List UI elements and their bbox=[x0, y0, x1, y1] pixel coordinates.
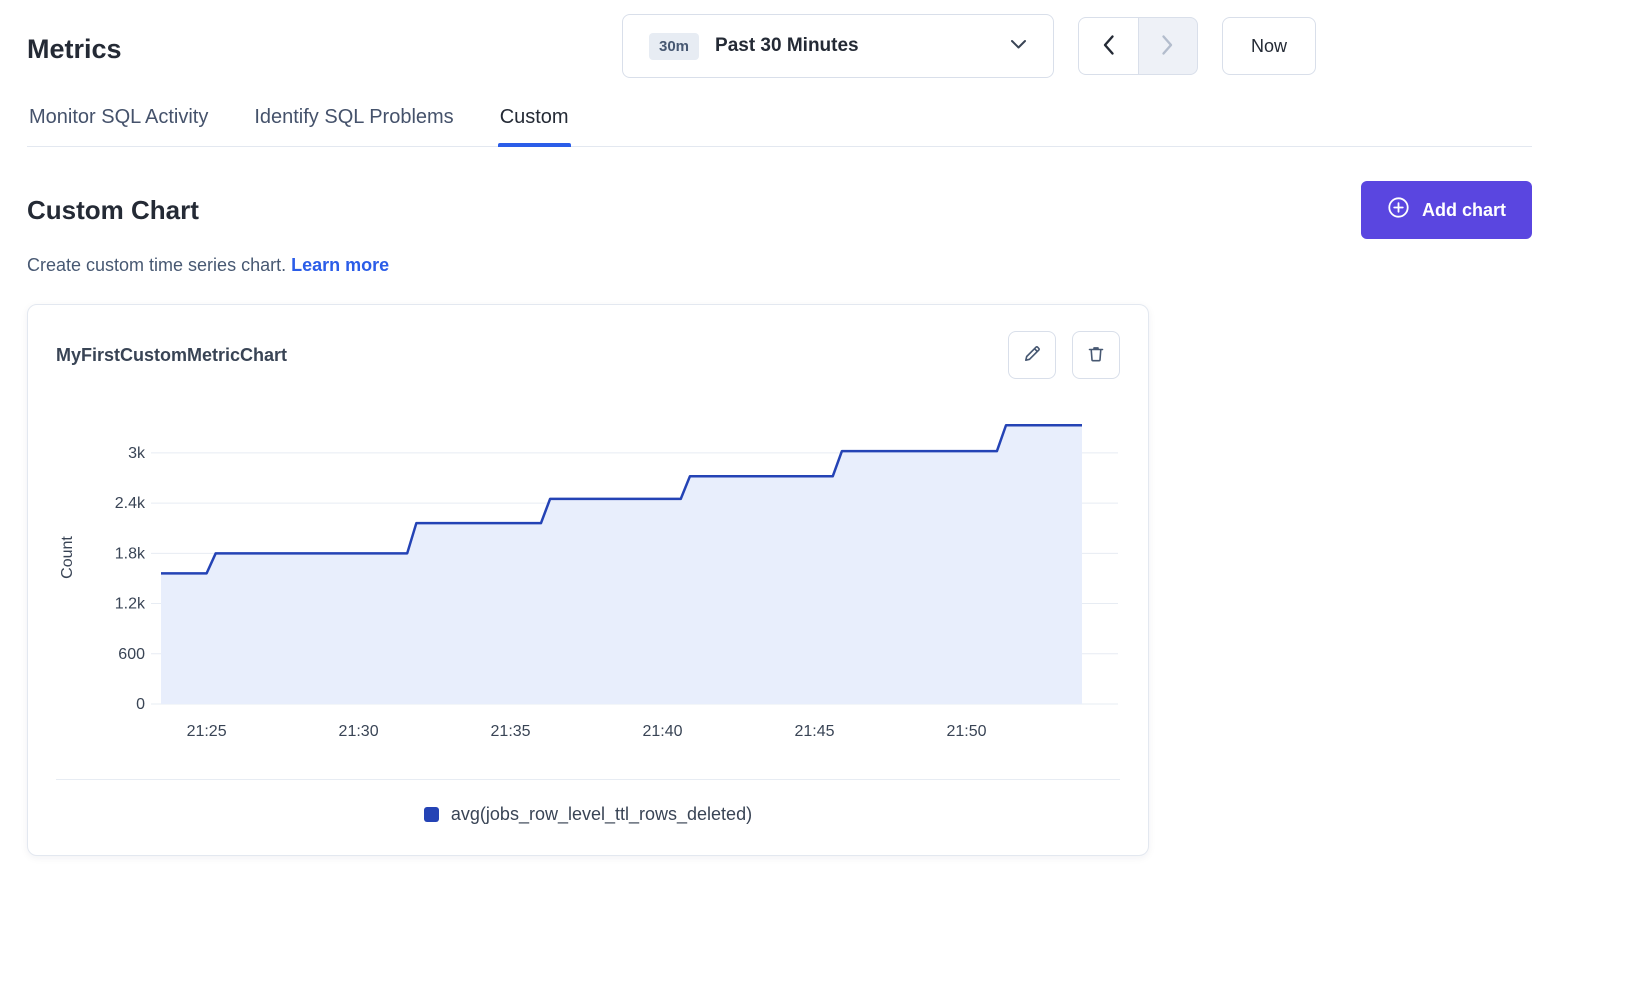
time-range-select[interactable]: 30m Past 30 Minutes bbox=[622, 14, 1054, 78]
svg-text:0: 0 bbox=[136, 696, 145, 713]
svg-text:2.4k: 2.4k bbox=[115, 495, 146, 512]
svg-text:3k: 3k bbox=[128, 445, 146, 462]
svg-text:600: 600 bbox=[118, 646, 145, 663]
time-controls: 30m Past 30 Minutes Now bbox=[622, 14, 1316, 78]
subtitle-text: Create custom time series chart. bbox=[27, 255, 286, 275]
learn-more-link[interactable]: Learn more bbox=[291, 255, 389, 275]
metric-chart: 0 600 1.2k 1.8k 2.4k 3k 21:25 21:30 21:35 21:40 21… bbox=[56, 401, 1122, 753]
now-button[interactable]: Now bbox=[1222, 17, 1316, 75]
add-chart-button[interactable]: Add chart bbox=[1361, 181, 1532, 239]
custom-chart-section-header: Custom Chart Add chart bbox=[27, 181, 1532, 239]
svg-text:21:45: 21:45 bbox=[794, 723, 834, 740]
svg-text:21:25: 21:25 bbox=[187, 723, 227, 740]
legend-swatch bbox=[424, 807, 439, 822]
chart-card: MyFirstCustomMetricChart 0 600 1.2k 1.8k 2.4… bbox=[27, 304, 1149, 856]
chart-legend: avg(jobs_row_level_ttl_rows_deleted) bbox=[56, 780, 1120, 855]
top-bar: Metrics 30m Past 30 Minutes bbox=[27, 14, 1532, 78]
section-title: Custom Chart bbox=[27, 195, 199, 226]
chevron-left-icon bbox=[1102, 34, 1115, 59]
plus-circle-icon bbox=[1387, 196, 1410, 224]
tab-monitor-sql-activity[interactable]: Monitor SQL Activity bbox=[27, 106, 210, 146]
chevron-right-icon bbox=[1161, 34, 1174, 59]
svg-text:1.8k: 1.8k bbox=[115, 545, 146, 562]
svg-text:21:35: 21:35 bbox=[491, 723, 531, 740]
page-title: Metrics bbox=[27, 34, 122, 65]
section-subtitle: Create custom time series chart. Learn m… bbox=[27, 255, 1532, 276]
svg-text:Count: Count bbox=[59, 536, 76, 579]
time-range-label: Past 30 Minutes bbox=[715, 35, 994, 57]
svg-text:1.2k: 1.2k bbox=[115, 596, 146, 613]
chart-card-header: MyFirstCustomMetricChart bbox=[56, 331, 1120, 379]
trash-icon bbox=[1086, 344, 1106, 367]
next-time-button[interactable] bbox=[1138, 17, 1198, 75]
edit-chart-button[interactable] bbox=[1008, 331, 1056, 379]
chevron-down-icon bbox=[1010, 37, 1027, 55]
chart-title: MyFirstCustomMetricChart bbox=[56, 345, 287, 366]
metrics-tabs: Monitor SQL Activity Identify SQL Proble… bbox=[27, 106, 1532, 147]
svg-text:21:40: 21:40 bbox=[643, 723, 683, 740]
time-step-buttons bbox=[1078, 17, 1198, 75]
svg-text:21:50: 21:50 bbox=[946, 723, 986, 740]
chart-actions bbox=[1008, 331, 1120, 379]
add-chart-label: Add chart bbox=[1422, 200, 1506, 221]
prev-time-button[interactable] bbox=[1078, 17, 1138, 75]
legend-label: avg(jobs_row_level_ttl_rows_deleted) bbox=[451, 804, 752, 825]
svg-text:21:30: 21:30 bbox=[339, 723, 379, 740]
pencil-icon bbox=[1022, 344, 1042, 367]
tab-identify-sql-problems[interactable]: Identify SQL Problems bbox=[252, 106, 455, 146]
tab-custom[interactable]: Custom bbox=[498, 106, 571, 146]
time-range-badge: 30m bbox=[649, 33, 699, 60]
delete-chart-button[interactable] bbox=[1072, 331, 1120, 379]
metrics-page: Metrics 30m Past 30 Minutes bbox=[0, 0, 1650, 856]
